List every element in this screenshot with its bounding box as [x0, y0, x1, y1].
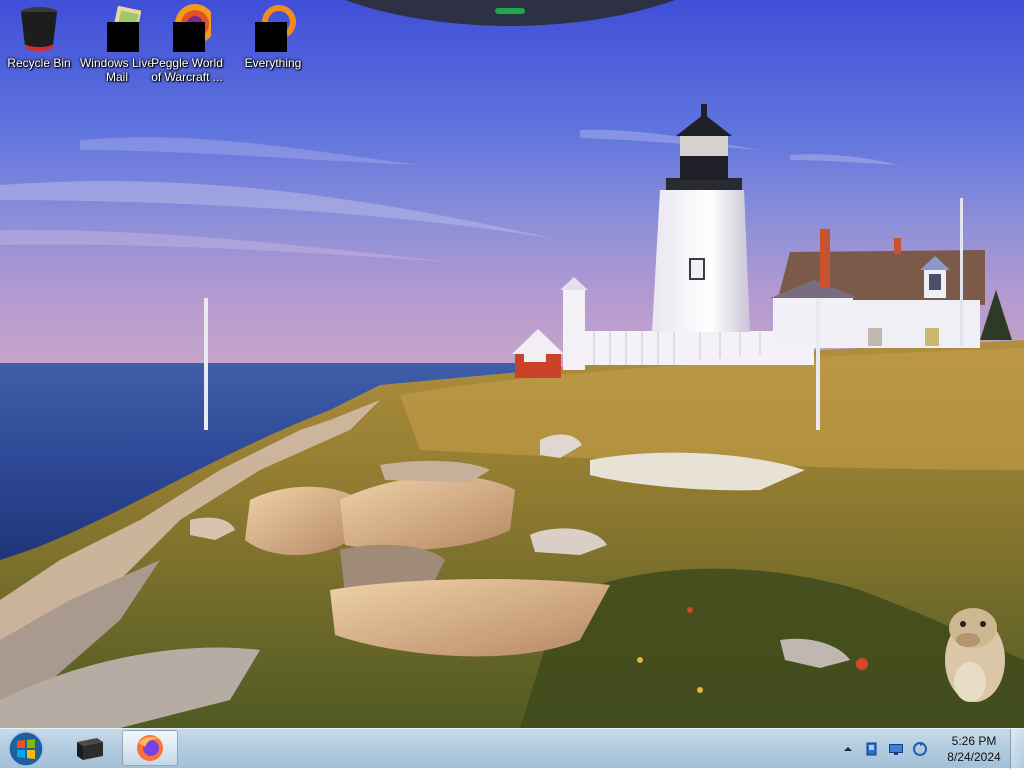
desktop-icon-label: Recycle Bin [7, 56, 71, 70]
taskbar: 5:26 PM 8/24/2024 [0, 728, 1024, 769]
clock[interactable]: 5:26 PM 8/24/2024 [942, 733, 1006, 765]
desktop-icon-label: Peggle World of Warcraft ... [151, 56, 223, 84]
desktop[interactable]: Recycle Bin Windows Live Mail Peggle Wor… [0, 0, 1024, 728]
display-icon[interactable] [888, 741, 904, 757]
sync-icon[interactable] [912, 741, 928, 757]
everything-search-icon [249, 4, 297, 52]
top-notch-widget [345, 0, 675, 26]
start-button[interactable] [4, 730, 48, 768]
peggle-icon [163, 4, 215, 52]
clock-time: 5:26 PM [951, 734, 997, 748]
show-desktop-button[interactable] [1010, 729, 1024, 769]
show-hidden-icons-chevron[interactable] [840, 741, 856, 757]
start-orb-icon [8, 731, 44, 767]
desktop-icon-recycle-bin[interactable]: Recycle Bin [0, 4, 78, 90]
taskbar-app-box[interactable] [61, 730, 117, 766]
system-tray: 5:26 PM 8/24/2024 [836, 729, 1006, 769]
desktop-icon-label: Everything [244, 56, 302, 70]
recycle-bin-icon [15, 4, 63, 52]
network-icon[interactable] [864, 741, 880, 757]
clock-date: 8/24/2024 [947, 750, 1001, 764]
desktop-icon-peggle[interactable]: Peggle World of Warcraft ... [148, 4, 226, 90]
firefox-icon [137, 735, 163, 761]
desktop-icon-windows-live-mail[interactable]: Windows Live Mail [78, 4, 156, 90]
windows-live-mail-icon [93, 4, 142, 52]
app-box-icon [77, 738, 103, 760]
taskbar-firefox[interactable] [122, 730, 178, 766]
desktop-icon-everything[interactable]: Everything [234, 4, 312, 90]
wallpaper-lighthouse [0, 0, 1024, 728]
desktop-icon-label: Windows Live Mail [79, 56, 155, 84]
